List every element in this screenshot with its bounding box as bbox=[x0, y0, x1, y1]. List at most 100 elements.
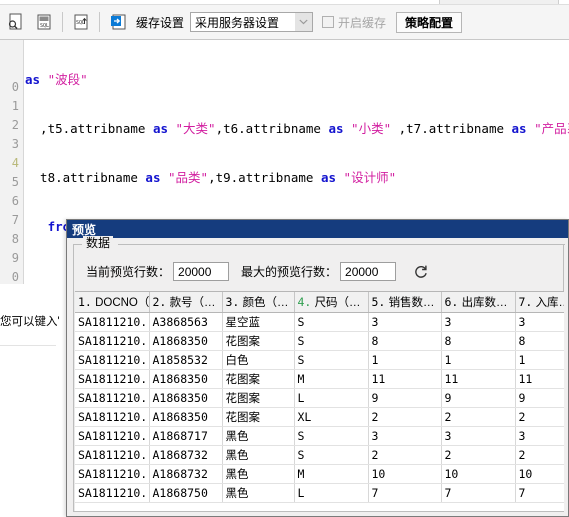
preview-grid[interactable]: 1. DOCNO（… 2. 款号（… 3. 颜色（… 4. 尺码（… 5. 销售… bbox=[75, 291, 564, 511]
cell-docno: SA1811210... bbox=[75, 407, 150, 427]
cell-inbound-qty: 2 bbox=[515, 445, 564, 465]
cell-inbound-qty: 11 bbox=[515, 369, 564, 389]
preview-rows-config: 当前预览行数： 20000 最大的预览行数： 20000 bbox=[86, 262, 430, 281]
line-number: 5 bbox=[11, 175, 19, 189]
table-row[interactable]: SA1811210... A1868350 花图案 S 8 8 8 bbox=[75, 331, 564, 351]
cell-sales-qty: 11 bbox=[368, 369, 442, 389]
column-header-docno[interactable]: 1. DOCNO（… bbox=[75, 292, 150, 313]
cell-color: 黑色 bbox=[222, 464, 295, 484]
cell-inbound-qty: 8 bbox=[515, 331, 564, 351]
table-row[interactable]: SA1811210... A1868350 花图案 L 9 9 9 bbox=[75, 388, 564, 408]
table-row[interactable]: SA1811210... A1868732 黑色 M 10 10 10 bbox=[75, 464, 564, 484]
toolbar-separator-1 bbox=[62, 12, 63, 32]
sql-save-icon[interactable]: SQL bbox=[31, 9, 57, 35]
cell-size: S bbox=[294, 312, 369, 332]
enable-cache-checkbox[interactable]: 开启缓存 bbox=[322, 14, 386, 31]
table-row[interactable]: SA1811210... A1868732 黑色 S 2 2 2 bbox=[75, 445, 564, 465]
line-number: 8 bbox=[11, 232, 19, 246]
editor-hint-text: 您可以键入" select * fr select * fr bbox=[0, 285, 60, 345]
cell-outbound-qty: 7 bbox=[441, 483, 516, 503]
cell-sales-qty: 7 bbox=[368, 483, 442, 503]
column-label: DOCNO（… bbox=[95, 296, 149, 309]
column-header-style-no[interactable]: 2. 款号（… bbox=[149, 292, 223, 313]
cell-sales-qty: 8 bbox=[368, 331, 442, 351]
cache-mode-select[interactable]: 采用服务器设置 bbox=[190, 12, 314, 32]
current-rows-input[interactable]: 20000 bbox=[173, 262, 230, 281]
cell-size: S bbox=[294, 426, 369, 446]
column-header-inbound-qty[interactable]: 7. 入库… bbox=[515, 292, 564, 313]
tab-strip-edge[interactable] bbox=[439, 0, 559, 4]
max-rows-input[interactable]: 20000 bbox=[340, 262, 397, 281]
chevron-down-icon[interactable] bbox=[295, 13, 313, 31]
column-header-outbound-qty[interactable]: 6. 出库数… bbox=[441, 292, 516, 313]
preview-dialog: 预览 数据 当前预览行数： 20000 最大的预览行数： 20000 1. DO… bbox=[66, 219, 569, 517]
enable-cache-label: 开启缓存 bbox=[338, 15, 387, 30]
sql-line: ,t5.attribname as "大类",t6.attribname as … bbox=[25, 121, 569, 136]
policy-config-button[interactable]: 策略配置 bbox=[396, 11, 463, 33]
sql-line: as "波段" bbox=[25, 72, 88, 87]
preview-dialog-title: 预览 bbox=[67, 220, 568, 238]
column-index: 3. bbox=[225, 294, 240, 309]
table-body: SA1811210... A3868563 星空蓝 S 3 3 3 SA1811… bbox=[75, 312, 564, 503]
cell-size: M bbox=[294, 369, 369, 389]
cell-outbound-qty: 10 bbox=[441, 464, 516, 484]
column-header-color[interactable]: 3. 颜色（… bbox=[222, 292, 295, 313]
table-row[interactable]: SA1811210... A1868750 黑色 L 7 7 7 bbox=[75, 483, 564, 503]
cell-sales-qty: 2 bbox=[368, 407, 442, 427]
table-header-row: 1. DOCNO（… 2. 款号（… 3. 颜色（… 4. 尺码（… 5. 销售… bbox=[75, 292, 564, 313]
table-row[interactable]: SA1811210... A1858532 白色 S 1 1 1 bbox=[75, 350, 564, 370]
line-number: 0 bbox=[11, 270, 19, 284]
line-number: 0 bbox=[11, 80, 19, 94]
cell-inbound-qty: 3 bbox=[515, 312, 564, 332]
cell-outbound-qty: 2 bbox=[441, 407, 516, 427]
column-index: 6. bbox=[444, 294, 459, 309]
cell-outbound-qty: 2 bbox=[441, 445, 516, 465]
sql-format-icon[interactable]: SQL bbox=[68, 9, 94, 35]
table-row[interactable]: SA1811210... A1868350 花图案 XL 2 2 2 bbox=[75, 407, 564, 427]
cell-docno: SA1811210... bbox=[75, 331, 150, 351]
toolbar-separator-2 bbox=[99, 12, 100, 32]
cell-style-no: A3868563 bbox=[149, 312, 223, 332]
cell-sales-qty: 2 bbox=[368, 445, 442, 465]
cell-inbound-qty: 10 bbox=[515, 464, 564, 484]
cell-style-no: A1868732 bbox=[149, 464, 223, 484]
cell-size: S bbox=[294, 350, 369, 370]
cell-docno: SA1811210... bbox=[75, 312, 150, 332]
table-row[interactable]: SA1811210... A3868563 星空蓝 S 3 3 3 bbox=[75, 312, 564, 332]
column-index: 4. bbox=[297, 294, 312, 309]
checkbox-box[interactable] bbox=[322, 16, 335, 28]
column-index: 7. bbox=[518, 294, 533, 309]
cell-inbound-qty: 9 bbox=[515, 388, 564, 408]
cell-size: M bbox=[294, 464, 369, 484]
sql-export-icon[interactable] bbox=[105, 9, 131, 35]
line-number: 2 bbox=[11, 118, 19, 132]
groupbox-top-border bbox=[74, 244, 565, 245]
cell-outbound-qty: 3 bbox=[441, 312, 516, 332]
groupbox-legend: 数据 bbox=[83, 236, 114, 250]
policy-config-label: 策略配置 bbox=[405, 15, 454, 30]
cell-style-no: A1868350 bbox=[149, 388, 223, 408]
cell-color: 黑色 bbox=[222, 483, 295, 503]
svg-text:SQL: SQL bbox=[76, 20, 85, 26]
sql-preview-icon[interactable] bbox=[3, 9, 29, 35]
cell-sales-qty: 3 bbox=[368, 426, 442, 446]
cell-style-no: A1868350 bbox=[149, 369, 223, 389]
cell-docno: SA1811210... bbox=[75, 388, 150, 408]
cell-docno: SA1811210... bbox=[75, 426, 150, 446]
cell-size: S bbox=[294, 331, 369, 351]
cell-size: L bbox=[294, 483, 369, 503]
cell-outbound-qty: 9 bbox=[441, 388, 516, 408]
cell-outbound-qty: 11 bbox=[441, 369, 516, 389]
column-label: 出库数… bbox=[461, 296, 508, 309]
refresh-icon[interactable] bbox=[412, 263, 430, 281]
table-row[interactable]: SA1811210... A1868717 黑色 S 3 3 3 bbox=[75, 426, 564, 446]
cell-style-no: A1868732 bbox=[149, 445, 223, 465]
column-index: 1. bbox=[78, 294, 92, 309]
cell-inbound-qty: 3 bbox=[515, 426, 564, 446]
table-row[interactable]: SA1811210... A1868350 花图案 M 11 11 11 bbox=[75, 369, 564, 389]
sql-line: t8.attribname as "品类",t9.attribname as "… bbox=[25, 170, 397, 185]
column-header-size[interactable]: 4. 尺码（… bbox=[294, 292, 369, 313]
cell-color: 花图案 bbox=[222, 407, 295, 427]
column-header-sales-qty[interactable]: 5. 销售数… bbox=[368, 292, 442, 313]
cell-outbound-qty: 1 bbox=[441, 350, 516, 370]
